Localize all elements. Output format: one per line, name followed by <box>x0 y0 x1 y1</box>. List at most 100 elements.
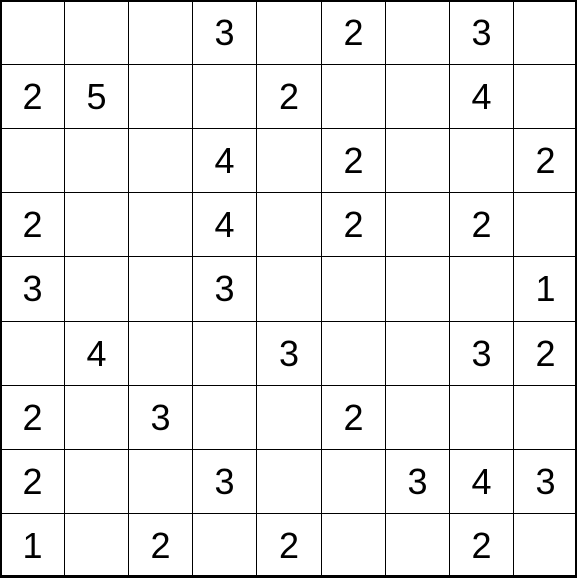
grid-cell[interactable]: 3 <box>513 449 577 514</box>
grid-cell[interactable] <box>64 256 129 322</box>
grid-cell[interactable] <box>192 321 257 386</box>
grid-cell[interactable]: 2 <box>256 513 322 578</box>
grid-cell[interactable]: 2 <box>449 192 514 257</box>
grid-cell[interactable] <box>192 385 257 450</box>
grid-cell[interactable] <box>64 449 129 514</box>
grid-cell[interactable] <box>321 64 386 129</box>
grid-cell[interactable] <box>513 64 577 129</box>
grid-cell-value: 3 <box>279 333 299 375</box>
grid-cell[interactable] <box>385 192 450 257</box>
grid-cell[interactable]: 4 <box>449 64 514 129</box>
grid-cell[interactable]: 2 <box>513 128 577 193</box>
grid-cell[interactable] <box>449 256 514 322</box>
grid-cell-value: 4 <box>214 204 234 246</box>
grid-cell[interactable]: 4 <box>192 128 257 193</box>
grid-cell[interactable] <box>385 128 450 193</box>
grid-cell-value: 2 <box>343 204 363 246</box>
grid-cell[interactable] <box>64 385 129 450</box>
grid-cell[interactable] <box>128 449 193 514</box>
grid-cell[interactable] <box>64 192 129 257</box>
grid-cell[interactable] <box>64 0 129 65</box>
grid-cell-value: 2 <box>343 397 363 439</box>
grid-cell[interactable] <box>128 128 193 193</box>
grid-cell[interactable] <box>513 385 577 450</box>
grid-cell[interactable]: 3 <box>449 0 514 65</box>
grid-cell[interactable]: 2 <box>321 0 386 65</box>
grid-cell[interactable]: 2 <box>0 64 65 129</box>
grid-cell[interactable]: 1 <box>513 256 577 322</box>
grid-cell[interactable] <box>513 0 577 65</box>
grid-cell-value: 1 <box>22 525 42 567</box>
grid-cell[interactable] <box>256 449 322 514</box>
grid-cell[interactable]: 3 <box>192 256 257 322</box>
grid-cell[interactable]: 3 <box>0 256 65 322</box>
grid-cell[interactable] <box>321 449 386 514</box>
grid-cell[interactable] <box>321 321 386 386</box>
grid-cell[interactable] <box>449 128 514 193</box>
grid-cell[interactable] <box>513 513 577 578</box>
grid-cell-value: 4 <box>86 333 106 375</box>
grid-cell[interactable]: 1 <box>0 513 65 578</box>
grid-cell[interactable]: 4 <box>449 449 514 514</box>
grid-cell[interactable] <box>513 192 577 257</box>
grid-cell-value: 3 <box>150 397 170 439</box>
grid-cell[interactable] <box>256 0 322 65</box>
grid-cell[interactable] <box>385 385 450 450</box>
grid-cell[interactable] <box>385 256 450 322</box>
grid-cell[interactable]: 3 <box>256 321 322 386</box>
grid-cell[interactable] <box>385 513 450 578</box>
grid-cell-value: 2 <box>471 525 491 567</box>
grid-cell[interactable] <box>256 128 322 193</box>
grid-cell[interactable] <box>128 321 193 386</box>
grid-cell[interactable] <box>64 128 129 193</box>
grid-cell[interactable]: 2 <box>0 192 65 257</box>
grid-cell-value: 2 <box>279 525 299 567</box>
grid-cell[interactable]: 2 <box>449 513 514 578</box>
grid-cell[interactable]: 4 <box>192 192 257 257</box>
grid-cell-value: 2 <box>22 204 42 246</box>
grid-cell[interactable] <box>385 64 450 129</box>
grid-cell-value: 3 <box>535 461 555 503</box>
grid-cell-value: 3 <box>214 12 234 54</box>
grid-cell[interactable]: 2 <box>256 64 322 129</box>
grid-cell[interactable] <box>192 64 257 129</box>
grid-cell[interactable] <box>256 385 322 450</box>
grid-cell-value: 2 <box>150 525 170 567</box>
grid-cell[interactable]: 5 <box>64 64 129 129</box>
grid-cell[interactable] <box>321 513 386 578</box>
grid-cell-value: 2 <box>343 12 363 54</box>
grid-cell[interactable] <box>128 0 193 65</box>
grid-cell[interactable]: 2 <box>321 192 386 257</box>
grid-cell[interactable]: 2 <box>128 513 193 578</box>
grid-cell[interactable]: 3 <box>192 449 257 514</box>
grid-cell[interactable] <box>64 513 129 578</box>
grid-cell-value: 5 <box>86 76 106 118</box>
grid-cell[interactable] <box>321 256 386 322</box>
grid-cell[interactable]: 2 <box>321 385 386 450</box>
grid-cell[interactable] <box>192 513 257 578</box>
grid-cell[interactable]: 3 <box>128 385 193 450</box>
grid-cell[interactable]: 4 <box>64 321 129 386</box>
grid-cell[interactable] <box>385 0 450 65</box>
grid-cell[interactable] <box>256 192 322 257</box>
grid-cell-value: 2 <box>343 140 363 182</box>
grid-cell[interactable] <box>0 321 65 386</box>
grid-cell[interactable]: 3 <box>192 0 257 65</box>
grid-cell[interactable]: 3 <box>385 449 450 514</box>
grid-cell[interactable]: 2 <box>0 385 65 450</box>
grid-cell[interactable] <box>128 256 193 322</box>
grid-cell[interactable] <box>128 192 193 257</box>
grid-cell-value: 2 <box>535 140 555 182</box>
grid-cell[interactable]: 2 <box>0 449 65 514</box>
grid-cell[interactable] <box>256 256 322 322</box>
grid-cell[interactable] <box>385 321 450 386</box>
grid-cell[interactable] <box>449 385 514 450</box>
grid-cell[interactable] <box>0 0 65 65</box>
grid-cell[interactable]: 2 <box>513 321 577 386</box>
grid-cell-value: 3 <box>214 461 234 503</box>
grid-cell[interactable] <box>0 128 65 193</box>
grid-cell[interactable] <box>128 64 193 129</box>
grid-cell[interactable]: 2 <box>321 128 386 193</box>
grid-cell[interactable]: 3 <box>449 321 514 386</box>
grid-cell-value: 1 <box>535 268 555 310</box>
